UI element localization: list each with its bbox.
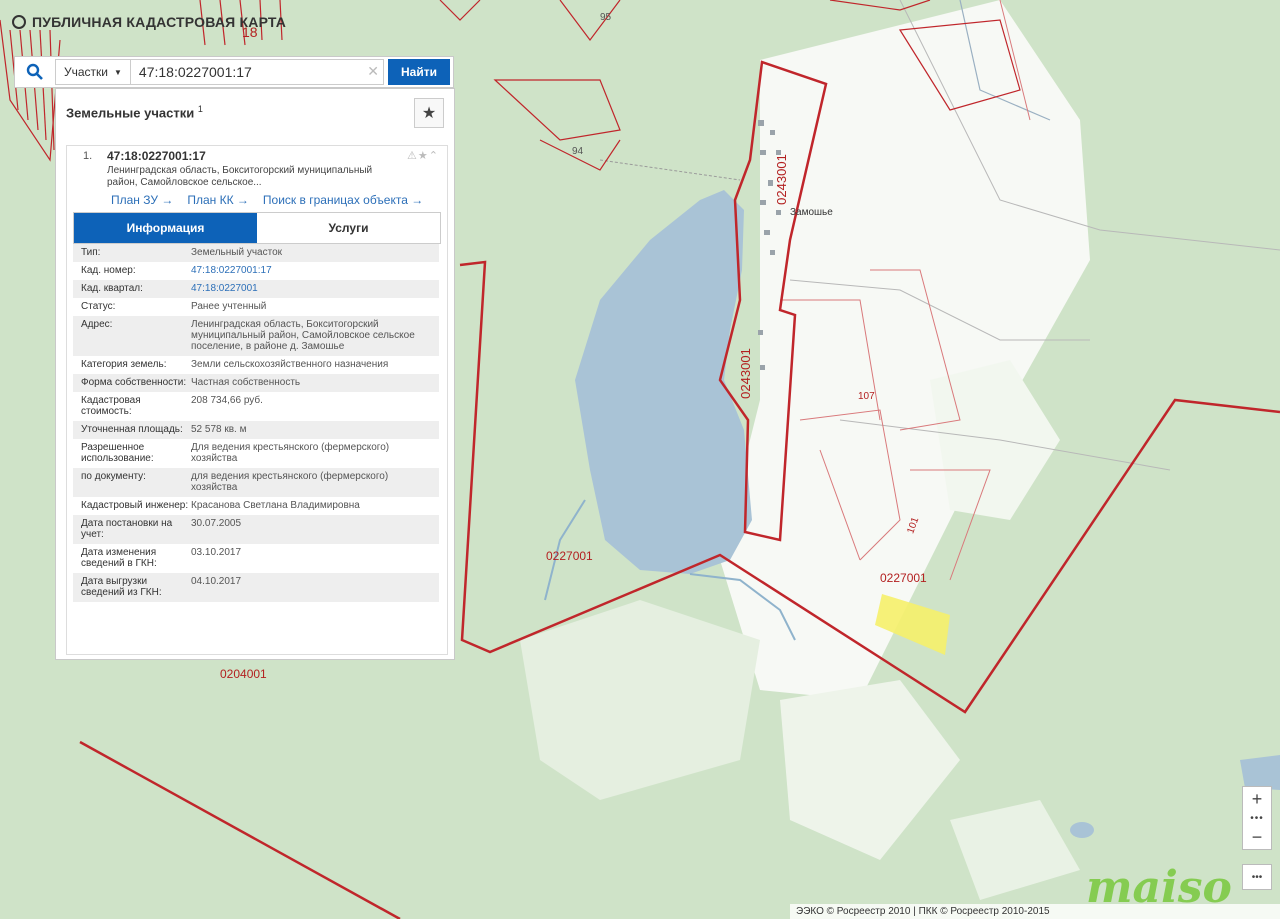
info-row: Кад. номер: 47:18:0227001:17: [73, 262, 439, 280]
card-actions: ⚠★⌃: [407, 149, 439, 162]
info-row: Кадастровый инженер: Красанова Светлана В…: [73, 497, 439, 515]
quarter-label: 0204001: [220, 667, 267, 681]
info-key: Разрешенное использование:: [81, 442, 154, 464]
attribution: ЭЭКО © Росреестр 2010 | ПКК © Росреестр …: [790, 904, 1280, 919]
info-row: Тип: Земельный участок: [73, 244, 439, 262]
info-row: Дата выгрузки сведений из ГКН: 04.10.2017: [73, 573, 439, 602]
info-value[interactable]: 47:18:0227001:17: [191, 265, 439, 276]
favorites-button[interactable]: ★: [414, 98, 444, 128]
search-input[interactable]: [130, 59, 384, 85]
info-value: Ранее учтенный: [191, 301, 267, 312]
object-type-dropdown[interactable]: Участки ▼: [55, 59, 131, 85]
info-value: 04.10.2017: [191, 576, 242, 587]
parcel-number-label: 107: [858, 391, 875, 402]
info-table: Тип: Земельный участок Кад. номер: 47:18:02…: [73, 244, 439, 602]
info-value: Частная собственность: [191, 377, 301, 388]
more-button[interactable]: •••: [1242, 864, 1272, 890]
star-icon: ★: [421, 105, 437, 122]
results-panel: Земельные участки 1 ★ 1. 47:18:0227001:1…: [55, 88, 455, 660]
info-key: Дата выгрузки сведений из ГКН:: [81, 576, 162, 598]
info-value[interactable]: 47:18:0227001: [191, 283, 439, 294]
chevron-down-icon: ▼: [114, 67, 122, 77]
zoom-out-button[interactable]: −: [1243, 825, 1271, 849]
info-value: 03.10.2017: [191, 547, 242, 558]
result-index: 1.: [83, 150, 93, 162]
clear-icon[interactable]: ✕: [367, 63, 379, 80]
search-icon[interactable]: [15, 57, 55, 87]
quarter-label: 0243001: [773, 154, 789, 205]
info-row: по документу: для ведения крестьянского (…: [73, 468, 439, 497]
info-key: Тип:: [81, 247, 101, 258]
info-key: Адрес:: [81, 319, 113, 330]
tab-services[interactable]: Услуги: [257, 213, 440, 243]
panel-header: Земельные участки 1 ★: [56, 89, 454, 135]
info-row: Категория земель: Земли сельскохозяйствен…: [73, 356, 439, 374]
warning-icon[interactable]: ⚠: [407, 150, 418, 162]
info-key: Кад. номер:: [81, 265, 136, 276]
plan-kk-link[interactable]: План КК →: [187, 193, 249, 207]
globe-icon: [12, 15, 26, 29]
info-tabs: Информация Услуги: [73, 212, 441, 244]
zoom-dots: •••: [1250, 812, 1264, 824]
info-key: Дата постановки на учет:: [81, 518, 173, 540]
search-in-bounds-link[interactable]: Поиск в границах объекта →: [263, 193, 423, 207]
info-key: Уточненная площадь:: [81, 424, 183, 435]
info-value: Красанова Светлана Владимировна: [191, 500, 360, 511]
results-count: 1: [197, 103, 203, 114]
result-card: 1. 47:18:0227001:17 Ленинградская област…: [66, 145, 448, 655]
star-icon[interactable]: ★: [418, 150, 429, 162]
parcel-number-label: 95: [600, 12, 612, 23]
quarter-label: 0227001: [546, 549, 593, 563]
info-row: Форма собственности: Частная собственност…: [73, 374, 439, 392]
info-key: по документу:: [81, 471, 146, 482]
object-type-label: Участки: [64, 65, 108, 79]
info-row: Уточненная площадь: 52 578 кв. м: [73, 421, 439, 439]
info-value: для ведения крестьянского (фермерского) …: [191, 471, 389, 493]
info-row: Адрес: Ленинградская область, Бокситогорс…: [73, 316, 439, 356]
info-row: Разрешенное использование: Для ведения кр…: [73, 439, 439, 468]
find-button[interactable]: Найти: [388, 59, 450, 85]
quarter-label: 0243001: [737, 348, 753, 399]
info-key: Кад. квартал:: [81, 283, 143, 294]
app-title-text: ПУБЛИЧНАЯ КАДАСТРОВАЯ КАРТА: [32, 14, 287, 30]
quarter-label: 0227001: [880, 571, 927, 585]
zoom-in-button[interactable]: +: [1243, 787, 1271, 811]
info-key: Кадастровый инженер:: [81, 500, 189, 511]
info-value: Земли сельскохозяйственного назначения: [191, 359, 389, 370]
info-key: Дата изменения сведений в ГКН:: [81, 547, 157, 569]
info-value: 30.07.2005: [191, 518, 242, 529]
info-row: Дата изменения сведений в ГКН: 03.10.2017: [73, 544, 439, 573]
plan-zu-link[interactable]: План ЗУ →: [111, 193, 173, 207]
app-title[interactable]: ПУБЛИЧНАЯ КАДАСТРОВАЯ КАРТА: [12, 14, 286, 30]
info-row: Дата постановки на учет: 30.07.2005: [73, 515, 439, 544]
zoom-control: + ••• −: [1242, 786, 1272, 850]
result-cad-number[interactable]: 47:18:0227001:17: [107, 149, 206, 163]
tab-information[interactable]: Информация: [74, 213, 257, 243]
info-value: 52 578 кв. м: [191, 424, 247, 435]
info-key: Форма собственности:: [81, 377, 187, 388]
info-key: Категория земель:: [81, 359, 167, 370]
info-value: 208 734,66 руб.: [191, 395, 263, 406]
chevron-up-icon[interactable]: ⌃: [429, 150, 439, 162]
info-key: Статус:: [81, 301, 116, 312]
info-row: Кад. квартал: 47:18:0227001: [73, 280, 439, 298]
result-address: Ленинградская область, Бокситогорский му…: [107, 165, 373, 188]
info-row: Статус: Ранее учтенный: [73, 298, 439, 316]
info-value: Земельный участок: [191, 247, 283, 258]
info-value: Для ведения крестьянского (фермерского) …: [191, 442, 390, 464]
search-bar: Участки ▼ ✕ Найти: [14, 56, 454, 88]
info-value: Ленинградская область, Бокситогорский му…: [191, 319, 415, 352]
village-label: Замошье: [790, 207, 833, 218]
panel-title: Земельные участки 1: [66, 104, 203, 120]
info-row: Кадастровая стоимость: 208 734,66 руб.: [73, 392, 439, 421]
panel-title-text: Земельные участки: [66, 105, 195, 121]
parcel-number-label: 94: [572, 146, 584, 157]
result-links: План ЗУ → План КК → Поиск в границах объ…: [111, 193, 423, 207]
info-key: Кадастровая стоимость:: [81, 395, 141, 417]
